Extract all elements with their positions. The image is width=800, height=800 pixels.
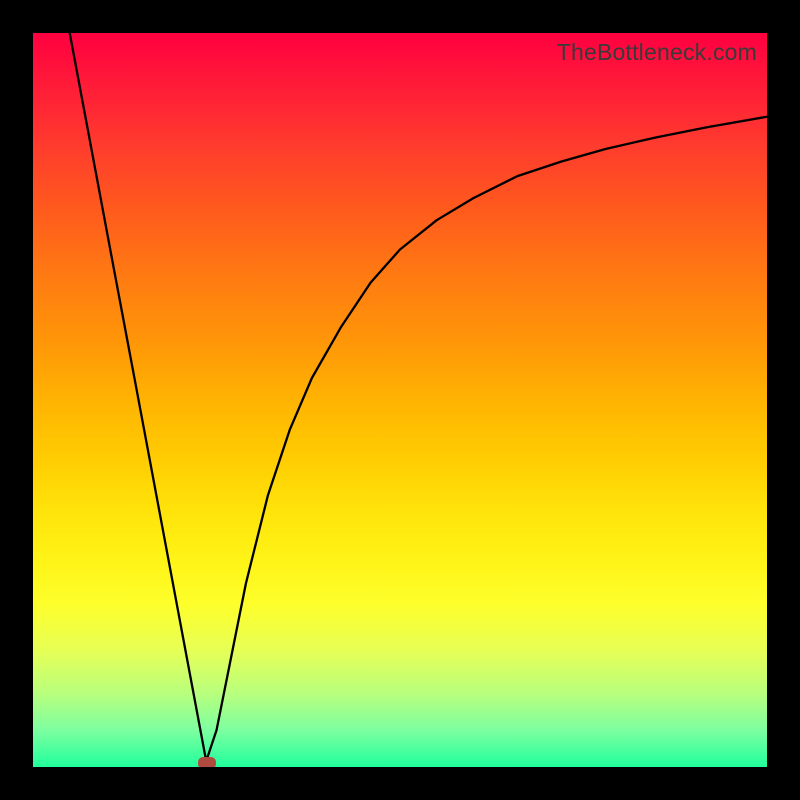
plot-area: TheBottleneck.com [33, 33, 767, 767]
bottleneck-curve [33, 33, 767, 767]
curve-path [70, 33, 767, 761]
optimum-marker [198, 757, 216, 767]
chart-container: TheBottleneck.com [0, 0, 800, 800]
